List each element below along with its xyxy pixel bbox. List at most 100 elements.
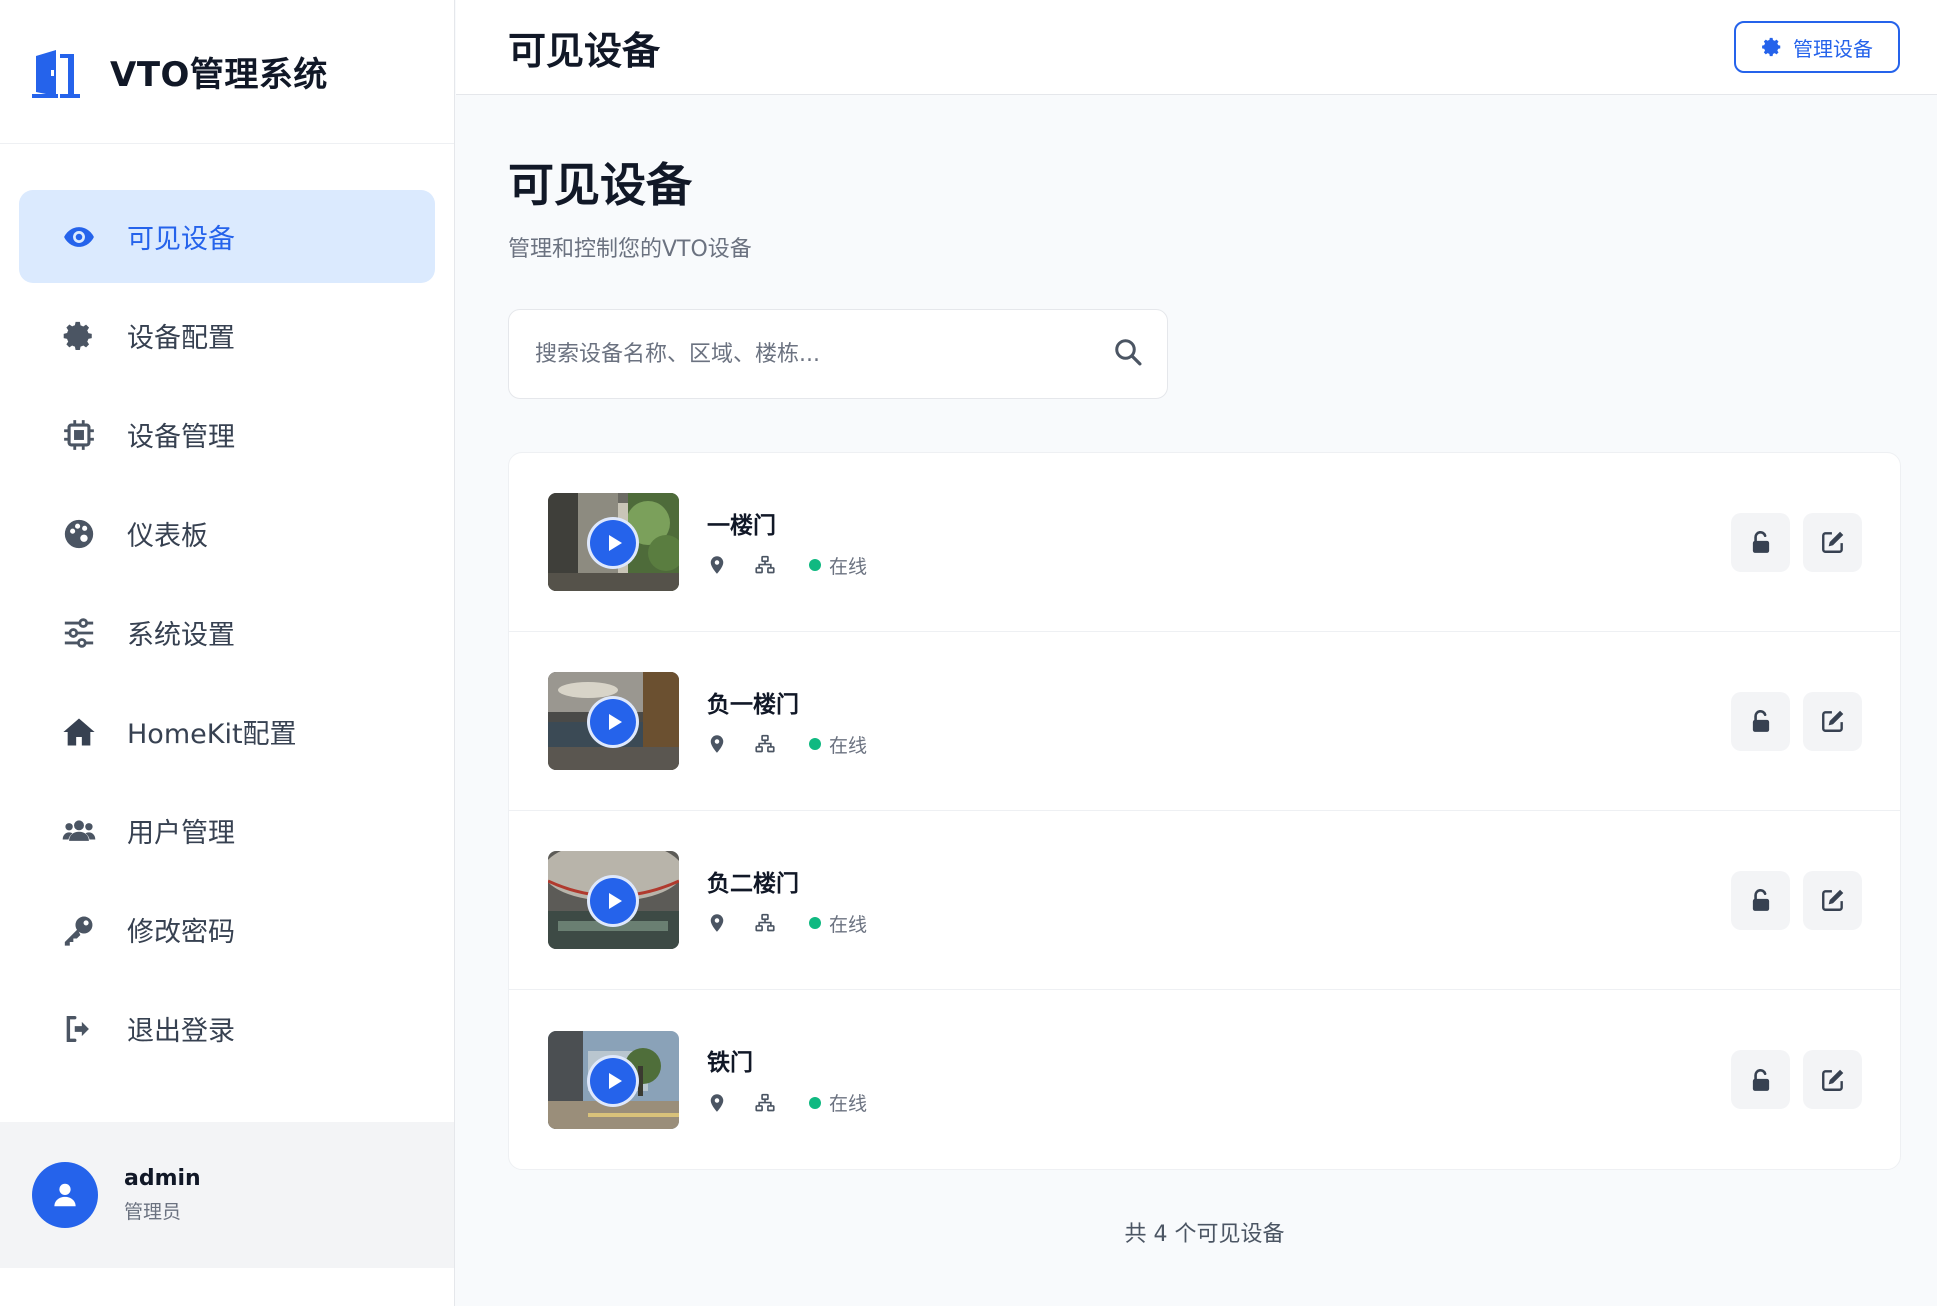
device-thumbnail[interactable] xyxy=(548,851,679,949)
sidebar-item-logout[interactable]: 退出登录 xyxy=(19,982,435,1075)
play-icon xyxy=(609,714,622,730)
device-row: 负一楼门 在线 xyxy=(509,632,1900,811)
palette-icon xyxy=(61,516,97,552)
user-name: admin xyxy=(124,1166,201,1191)
user-icon xyxy=(54,1183,76,1207)
main-content: 可见设备 管理和控制您的VTO设备 搜索设备名称、区域、楼栋... 一楼门 在线… xyxy=(508,95,1901,1248)
unlock-icon xyxy=(1752,710,1769,732)
device-info: 一楼门 在线 xyxy=(707,506,1731,579)
device-actions xyxy=(1731,512,1862,572)
page-title: 可见设备 xyxy=(508,158,692,212)
gear-icon xyxy=(1762,37,1781,57)
sidebar-item-system-settings[interactable]: 系统设置 xyxy=(19,586,435,679)
sidebar-item-change-password[interactable]: 修改密码 xyxy=(19,883,435,976)
play-button[interactable] xyxy=(587,1054,639,1107)
sidebar-item-label: 设备管理 xyxy=(127,422,235,453)
device-thumbnail[interactable] xyxy=(548,672,679,770)
play-button[interactable] xyxy=(587,696,639,748)
device-info: 负一楼门 在线 xyxy=(707,685,1731,758)
network-icon xyxy=(755,912,777,934)
search-input[interactable] xyxy=(535,341,1075,367)
sidebar-item-label: 系统设置 xyxy=(127,620,235,651)
sidebar-item-user-management[interactable]: 用户管理 xyxy=(19,784,435,877)
edit-icon xyxy=(1821,889,1843,911)
unlock-button[interactable] xyxy=(1731,512,1790,572)
play-button[interactable] xyxy=(587,517,639,569)
gear-icon xyxy=(61,318,97,354)
sidebar-item-label: 退出登录 xyxy=(127,1016,235,1047)
brand: VTO管理系统 xyxy=(0,0,454,144)
users-icon xyxy=(61,813,97,849)
app-title: VTO管理系统 xyxy=(110,55,328,95)
device-name: 负一楼门 xyxy=(707,691,799,718)
unlock-icon xyxy=(1752,1068,1769,1091)
sidebar-item-label: 用户管理 xyxy=(127,818,235,849)
device-info: 铁门 在线 xyxy=(707,1043,1731,1116)
network-icon xyxy=(755,733,777,755)
device-status: 在线 xyxy=(829,555,868,578)
device-meta: 在线 xyxy=(707,552,1731,579)
online-status-dot xyxy=(809,917,821,929)
sidebar-item-dashboard[interactable]: 仪表板 xyxy=(19,487,435,580)
device-thumbnail[interactable] xyxy=(548,493,679,591)
search-box xyxy=(508,309,1168,399)
edit-button[interactable] xyxy=(1803,691,1862,751)
device-actions xyxy=(1731,1050,1862,1109)
network-icon xyxy=(755,1092,777,1114)
online-status-dot xyxy=(809,1096,821,1109)
play-icon xyxy=(609,893,622,909)
edit-icon xyxy=(1821,1069,1843,1091)
sidebar-nav: 可见设备 设备配置 设备管理 仪表板 系统设置 HomeKit配置 用户管理 修… xyxy=(0,144,454,1075)
chip-icon xyxy=(61,417,97,453)
sidebar-item-device-config[interactable]: 设备配置 xyxy=(19,289,435,382)
edit-button[interactable] xyxy=(1803,1050,1862,1109)
device-actions xyxy=(1731,870,1862,930)
play-icon xyxy=(609,1072,622,1089)
device-info: 负二楼门 在线 xyxy=(707,864,1731,937)
sidebar-item-homekit[interactable]: HomeKit配置 xyxy=(19,685,435,778)
device-actions xyxy=(1731,691,1862,751)
user-panel: admin 管理员 xyxy=(0,1122,454,1268)
device-name: 铁门 xyxy=(707,1050,753,1076)
device-row: 负二楼门 在线 xyxy=(509,811,1900,990)
key-icon xyxy=(61,912,97,948)
door-logo-icon xyxy=(30,44,86,100)
location-pin-icon xyxy=(707,1092,729,1114)
edit-button[interactable] xyxy=(1803,512,1862,572)
device-row: 一楼门 在线 xyxy=(509,453,1900,632)
logout-icon xyxy=(61,1011,97,1047)
sliders-icon xyxy=(61,615,97,651)
avatar xyxy=(32,1162,98,1228)
user-role: 管理员 xyxy=(124,1201,182,1223)
search-icon[interactable] xyxy=(1113,337,1143,371)
unlock-button[interactable] xyxy=(1731,870,1790,930)
sidebar-item-device-management[interactable]: 设备管理 xyxy=(19,388,435,481)
location-pin-icon xyxy=(707,554,729,576)
device-status: 在线 xyxy=(829,1093,868,1115)
device-meta: 在线 xyxy=(707,731,1731,758)
online-status-dot xyxy=(809,738,821,750)
play-button[interactable] xyxy=(587,875,639,927)
device-name: 一楼门 xyxy=(707,512,776,539)
unlock-icon xyxy=(1752,531,1769,553)
edit-icon xyxy=(1821,710,1843,732)
device-name: 负二楼门 xyxy=(707,870,799,897)
topbar: 可见设备 管理设备 xyxy=(456,0,1937,95)
sidebar-item-label: 修改密码 xyxy=(127,917,235,948)
manage-devices-label: 管理设备 xyxy=(1793,36,1873,61)
device-meta: 在线 xyxy=(707,910,1731,937)
unlock-icon xyxy=(1752,889,1769,911)
sidebar-item-visible-devices[interactable]: 可见设备 xyxy=(19,190,435,283)
unlock-button[interactable] xyxy=(1731,1050,1790,1109)
unlock-button[interactable] xyxy=(1731,691,1790,751)
sidebar-item-label: HomeKit配置 xyxy=(127,719,297,750)
sidebar-item-label: 设备配置 xyxy=(127,323,235,354)
location-pin-icon xyxy=(707,733,729,755)
manage-devices-button[interactable]: 管理设备 xyxy=(1734,21,1900,73)
edit-button[interactable] xyxy=(1803,870,1862,930)
device-thumbnail[interactable] xyxy=(548,1030,679,1129)
device-status: 在线 xyxy=(829,734,868,757)
device-count: 共 4 个可见设备 xyxy=(1124,1222,1285,1247)
sidebar-item-label: 仪表板 xyxy=(127,521,208,552)
online-status-dot xyxy=(809,559,821,571)
